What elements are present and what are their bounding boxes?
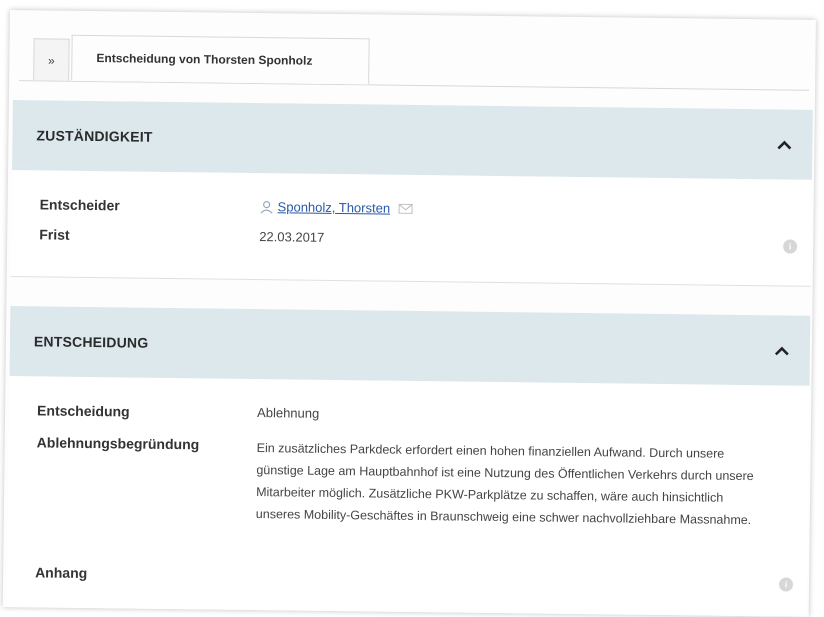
user-icon — [260, 200, 273, 214]
begruendung-label: Ablehnungsbegründung — [36, 434, 200, 453]
section-entscheidung: ENTSCHEIDUNG Entscheidung Ablehnung Able… — [6, 306, 811, 617]
tab-overflow-button[interactable]: » — [33, 38, 70, 81]
begruendung-value: Ein zusätzliches Parkdeck erfordert eine… — [255, 441, 754, 528]
row-frist: Frist 22.03.2017 i — [11, 226, 811, 260]
tab-decision[interactable]: Entscheidung von Thorsten Sponholz — [71, 34, 370, 85]
entscheider-label: Entscheider — [39, 196, 120, 214]
section-header-zustaendigkeit[interactable]: ZUSTÄNDIGKEIT — [12, 100, 813, 180]
section-header-entscheidung[interactable]: ENTSCHEIDUNG — [9, 306, 811, 386]
section-title: ENTSCHEIDUNG — [33, 333, 149, 351]
frist-value: 22.03.2017 — [259, 229, 325, 245]
anhang-label: Anhang — [35, 564, 88, 581]
tab-bar: » Entscheidung von Thorsten Sponholz — [19, 28, 810, 91]
decision-panel: » Entscheidung von Thorsten Sponholz ZUS… — [2, 10, 816, 617]
section-zustaendigkeit: ZUSTÄNDIGKEIT Entscheider Sponholz, Thor… — [10, 100, 813, 287]
frist-label: Frist — [39, 226, 70, 243]
chevron-up-icon[interactable] — [772, 133, 796, 157]
info-icon[interactable]: i — [778, 577, 794, 592]
mail-icon[interactable] — [398, 203, 413, 214]
row-begruendung: Ablehnungsbegründung Ein zusätzliches Pa… — [7, 434, 809, 574]
info-icon[interactable]: i — [783, 239, 798, 254]
section-title: ZUSTÄNDIGKEIT — [36, 127, 153, 145]
entscheider-link[interactable]: Sponholz, Thorsten — [278, 199, 391, 215]
entscheidung-value: Ablehnung — [257, 405, 320, 421]
chevron-up-icon[interactable] — [770, 339, 794, 363]
entscheider-value: Sponholz, Thorsten — [260, 199, 413, 216]
entscheidung-label: Entscheidung — [37, 402, 130, 420]
